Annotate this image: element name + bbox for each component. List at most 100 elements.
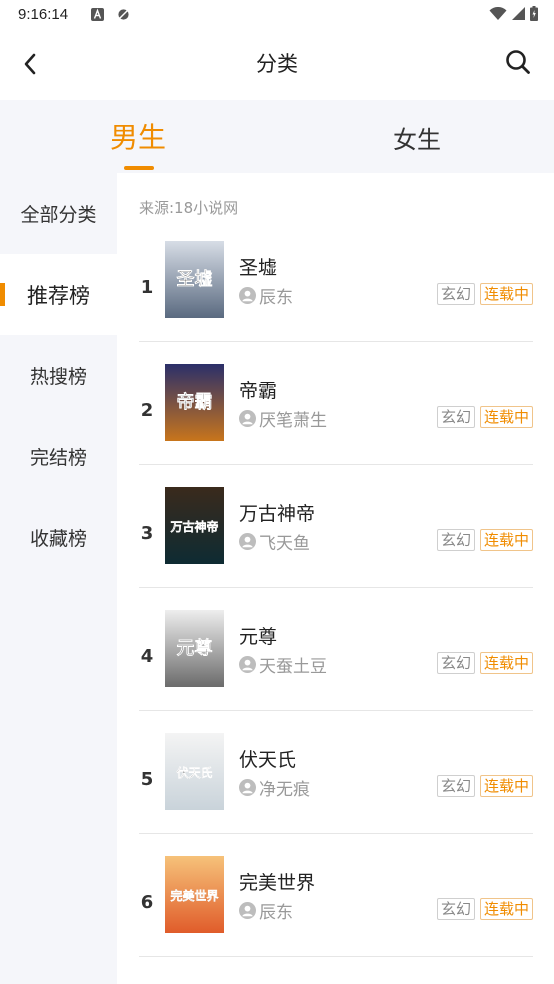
sidebar-item-label: 完结榜 bbox=[29, 447, 87, 469]
book-author: 辰东 bbox=[259, 288, 293, 308]
app-header: 分类 bbox=[0, 30, 554, 100]
sidebar-item-label: 收藏榜 bbox=[29, 528, 87, 550]
book-title: 圣墟 bbox=[239, 257, 278, 279]
user-icon bbox=[239, 533, 256, 550]
cover-title: 伏天氏 bbox=[176, 765, 212, 780]
battery-icon bbox=[530, 6, 538, 21]
tag-group: 玄幻 连载中 bbox=[436, 898, 533, 920]
page-title: 分类 bbox=[256, 52, 298, 76]
book-cover[interactable]: 圣墟 bbox=[165, 241, 224, 318]
genre-tag: 玄幻 bbox=[436, 775, 475, 797]
cover-title: 圣墟 bbox=[176, 269, 213, 290]
tab-male[interactable]: 男生 bbox=[110, 116, 166, 156]
rank-number: 3 bbox=[140, 523, 154, 544]
rank-number: 4 bbox=[140, 646, 154, 667]
user-icon bbox=[239, 287, 256, 304]
status-bar: 9:16:14 bbox=[0, 0, 554, 30]
list-item[interactable]: 4 元尊 元尊 天蚕土豆 玄幻 连载中 bbox=[117, 610, 554, 733]
status-time: 9:16:14 bbox=[18, 6, 69, 23]
divider bbox=[139, 464, 533, 465]
wifi-icon bbox=[489, 6, 507, 20]
book-title: 完美世界 bbox=[239, 872, 316, 894]
book-title: 元尊 bbox=[239, 626, 278, 648]
author-line: 飞天鱼 bbox=[239, 529, 310, 554]
divider bbox=[139, 587, 533, 588]
sidebar-item-label: 推荐榜 bbox=[27, 283, 90, 308]
genre-tag: 玄幻 bbox=[436, 406, 475, 428]
rank-number: 2 bbox=[140, 400, 154, 421]
sidebar-item-label: 全部分类 bbox=[20, 204, 97, 226]
sidebar-item-recommended[interactable]: 推荐榜 bbox=[0, 254, 117, 335]
user-icon bbox=[239, 656, 256, 673]
status-tag: 连载中 bbox=[479, 283, 533, 305]
status-tag: 连载中 bbox=[479, 529, 533, 551]
sidebar-item-all[interactable]: 全部分类 bbox=[0, 173, 117, 254]
book-title: 万古神帝 bbox=[239, 503, 316, 525]
author-line: 净无痕 bbox=[239, 775, 310, 800]
list-item[interactable]: 1 圣墟 圣墟 辰东 玄幻 连载中 bbox=[117, 241, 554, 364]
book-cover[interactable]: 元尊 bbox=[165, 610, 224, 687]
tag-group: 玄幻 连载中 bbox=[436, 283, 533, 305]
rank-number: 5 bbox=[140, 769, 154, 790]
tag-group: 玄幻 连载中 bbox=[436, 406, 533, 428]
tag-group: 玄幻 连载中 bbox=[436, 529, 533, 551]
source-note: 来源:18小说网 bbox=[139, 199, 239, 217]
cover-title: 万古神帝 bbox=[169, 519, 218, 534]
book-author: 飞天鱼 bbox=[259, 534, 310, 554]
book-author: 辰东 bbox=[259, 903, 293, 923]
genre-tag: 玄幻 bbox=[436, 283, 475, 305]
book-title: 伏天氏 bbox=[239, 749, 297, 771]
tag-group: 玄幻 连载中 bbox=[436, 652, 533, 674]
list-item[interactable]: 6 完美世界 完美世界 辰东 玄幻 连载中 bbox=[117, 856, 554, 979]
genre-tag: 玄幻 bbox=[436, 898, 475, 920]
status-tag: 连载中 bbox=[479, 898, 533, 920]
search-button[interactable] bbox=[502, 46, 534, 78]
cover-title: 元尊 bbox=[177, 637, 213, 659]
author-line: 天蚕土豆 bbox=[239, 652, 327, 677]
genre-tag: 玄幻 bbox=[436, 529, 475, 551]
search-icon bbox=[506, 50, 530, 74]
list-item[interactable]: 5 伏天氏 伏天氏 净无痕 玄幻 连载中 bbox=[117, 733, 554, 856]
book-cover[interactable]: 完美世界 bbox=[165, 856, 224, 933]
sidebar-item-hot-search[interactable]: 热搜榜 bbox=[0, 335, 117, 416]
category-sidebar: 全部分类 推荐榜 热搜榜 完结榜 收藏榜 bbox=[0, 173, 117, 984]
book-cover[interactable]: 伏天氏 bbox=[165, 733, 224, 810]
genre-tag: 玄幻 bbox=[436, 652, 475, 674]
user-icon bbox=[239, 779, 256, 796]
book-cover[interactable]: 帝霸 bbox=[165, 364, 224, 441]
divider bbox=[139, 710, 533, 711]
author-line: 辰东 bbox=[239, 283, 293, 308]
book-author: 天蚕土豆 bbox=[259, 657, 327, 677]
divider bbox=[139, 833, 533, 834]
cover-image: 伏天氏 bbox=[165, 733, 224, 810]
gender-tabs: 男生 女生 bbox=[0, 100, 554, 173]
cover-image: 完美世界 bbox=[165, 856, 224, 933]
active-indicator bbox=[0, 283, 5, 306]
notification-a-icon bbox=[91, 8, 104, 21]
tag-group: 玄幻 连载中 bbox=[436, 775, 533, 797]
author-line: 辰东 bbox=[239, 898, 293, 923]
divider bbox=[139, 341, 533, 342]
book-author: 净无痕 bbox=[259, 780, 310, 800]
cover-image: 元尊 bbox=[165, 610, 224, 687]
rank-number: 6 bbox=[140, 892, 154, 913]
status-icons bbox=[489, 6, 538, 21]
user-icon bbox=[239, 902, 256, 919]
notification-app-icon bbox=[118, 9, 129, 20]
cover-image: 帝霸 bbox=[165, 364, 224, 441]
sidebar-item-label: 热搜榜 bbox=[29, 366, 87, 388]
status-tag: 连载中 bbox=[479, 652, 533, 674]
list-item[interactable]: 2 帝霸 帝霸 厌笔萧生 玄幻 连载中 bbox=[117, 364, 554, 487]
cover-title: 完美世界 bbox=[170, 888, 218, 903]
tab-female[interactable]: 女生 bbox=[393, 120, 441, 155]
cover-image: 万古神帝 bbox=[165, 487, 224, 564]
sidebar-item-favorites[interactable]: 收藏榜 bbox=[0, 497, 117, 578]
cover-image: 圣墟 bbox=[165, 241, 224, 318]
status-tag: 连载中 bbox=[479, 775, 533, 797]
book-title: 帝霸 bbox=[239, 380, 278, 402]
author-line: 厌笔萧生 bbox=[239, 406, 327, 431]
list-item[interactable]: 3 万古神帝 万古神帝 飞天鱼 玄幻 连载中 bbox=[117, 487, 554, 610]
sidebar-item-completed[interactable]: 完结榜 bbox=[0, 416, 117, 497]
book-cover[interactable]: 万古神帝 bbox=[165, 487, 224, 564]
cell-signal-icon bbox=[512, 6, 525, 20]
